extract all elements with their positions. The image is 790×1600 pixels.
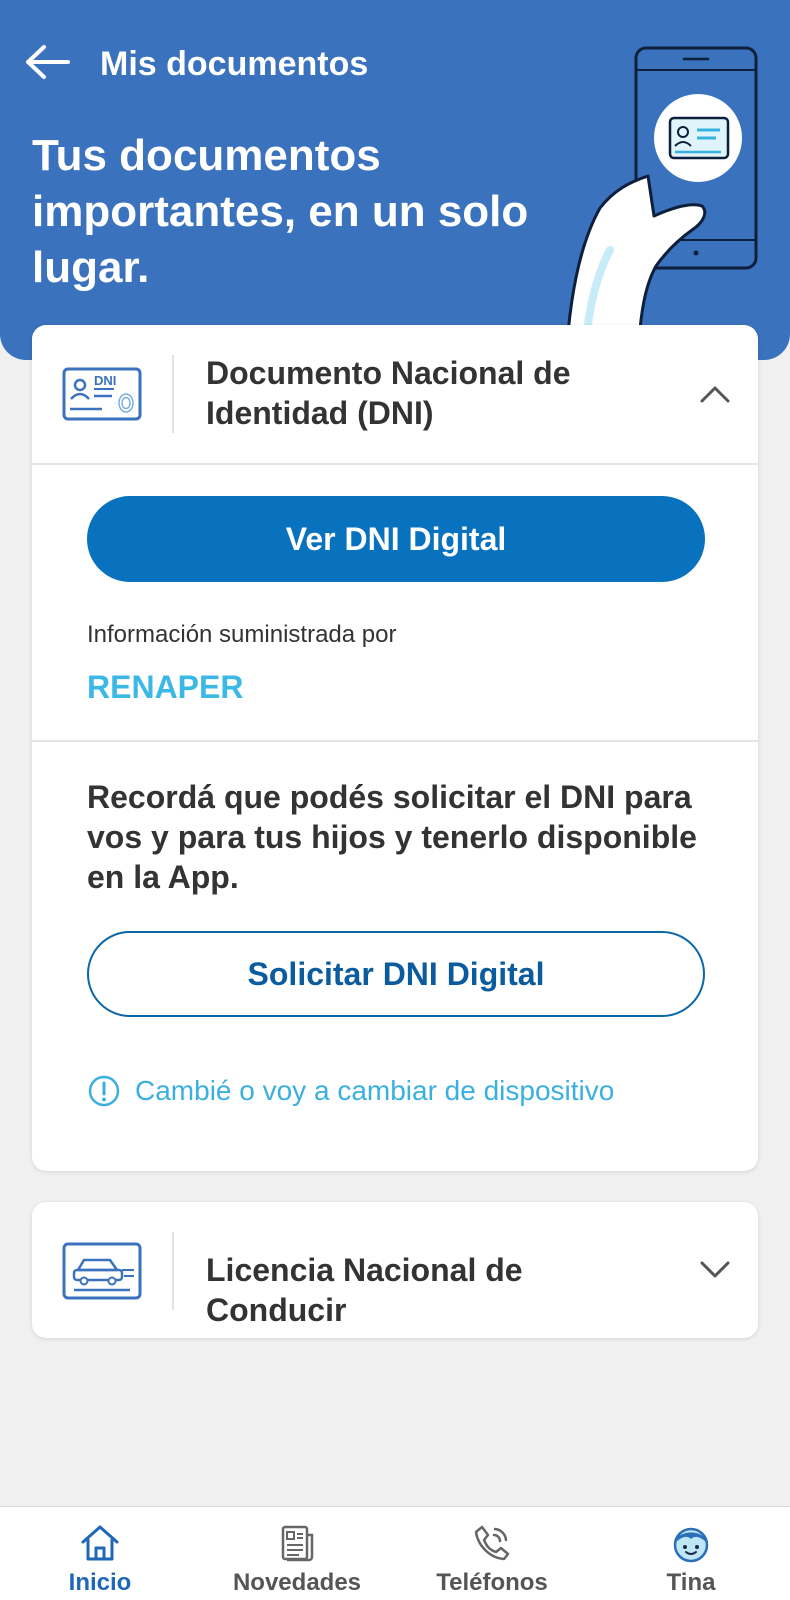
nav-label: Inicio (68, 1569, 132, 1596)
home-icon (81, 1525, 119, 1561)
divider (32, 740, 758, 742)
newspaper-icon (281, 1525, 314, 1562)
dni-title: Documento Nacional de Identidad (DNI) (206, 355, 571, 431)
tina-assistant-icon (673, 1527, 709, 1563)
license-title: Licencia Nacional de Conducir (206, 1252, 523, 1328)
header-banner: Mis documentos Tus documentos importante… (0, 0, 790, 360)
nav-label: Tina (666, 1569, 716, 1596)
reminder-text: Recordá que podés solicitar el DNI para … (87, 779, 697, 895)
bottom-navigation: Inicio Novedades Teléfonos Tina (0, 1506, 790, 1600)
divider (172, 1232, 174, 1310)
hero-heading: Tus documentos importantes, en un solo l… (32, 131, 529, 292)
nav-item-inicio[interactable]: Inicio (15, 1507, 185, 1600)
page-title: Mis documentos (100, 45, 369, 83)
change-device-label: Cambié o voy a cambiar de dispositivo (135, 1075, 615, 1106)
divider (32, 463, 758, 465)
info-provider-label: Información suministrada por (87, 621, 397, 648)
nav-item-telefonos[interactable]: Teléfonos (407, 1507, 577, 1600)
info-icon (88, 1075, 120, 1107)
chevron-down-icon[interactable] (698, 1254, 732, 1284)
dni-card: DNI Documento Nacional de Identidad (DNI… (32, 325, 758, 1171)
back-button[interactable] (22, 40, 72, 84)
nav-label: Novedades (232, 1569, 362, 1596)
license-card[interactable]: Licencia Nacional de Conducir (32, 1202, 758, 1338)
change-device-link[interactable]: Cambié o voy a cambiar de dispositivo (87, 1071, 614, 1111)
nav-item-novedades[interactable]: Novedades (212, 1507, 382, 1600)
dni-card-header[interactable]: DNI Documento Nacional de Identidad (DNI… (32, 325, 758, 463)
chevron-up-icon[interactable] (698, 379, 732, 409)
dni-card-icon: DNI (62, 367, 142, 421)
hand-phone-illustration (566, 46, 758, 360)
driver-license-car-icon (62, 1242, 142, 1300)
provider-name: RENAPER (87, 669, 244, 705)
request-dni-button[interactable]: Solicitar DNI Digital (87, 931, 705, 1017)
nav-label: Teléfonos (436, 1569, 548, 1596)
license-card-header[interactable]: Licencia Nacional de Conducir (32, 1202, 758, 1338)
view-dni-button[interactable]: Ver DNI Digital (87, 496, 705, 582)
svg-text:DNI: DNI (94, 373, 116, 388)
nav-item-tina[interactable]: Tina (606, 1507, 776, 1600)
phone-icon (474, 1525, 510, 1561)
divider (172, 355, 174, 433)
arrow-left-icon (26, 45, 70, 79)
